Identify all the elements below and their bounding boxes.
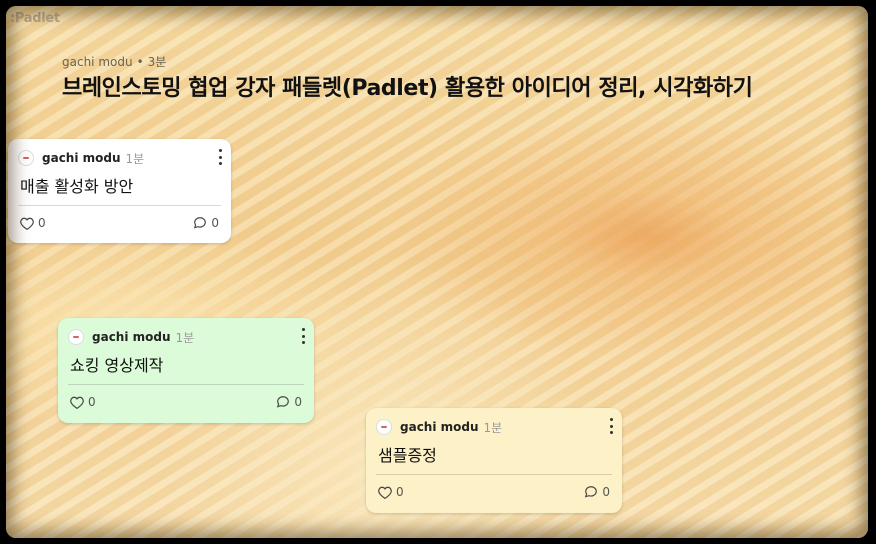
like-button[interactable]: 0 [20, 216, 46, 230]
post-time: 1분 [175, 330, 195, 345]
post-card[interactable]: gachi modu 1분 쇼킹 영상제작 0 0 [58, 318, 314, 423]
post-content: 샘플증정 [378, 446, 437, 465]
like-button[interactable]: 0 [70, 395, 96, 409]
divider [18, 205, 221, 206]
more-options-icon[interactable] [217, 149, 223, 165]
comment-count: 0 [602, 485, 610, 499]
heart-icon [378, 486, 392, 499]
post-author: gachi modu [400, 420, 479, 434]
board-title: 브레인스토밍 협업 강자 패들렛(Padlet) 활용한 아이디어 정리, 시각… [62, 76, 753, 101]
post-card[interactable]: gachi modu 1분 샘플증정 0 0 [366, 408, 622, 513]
avatar[interactable] [68, 329, 84, 345]
board-meta: gachi modu • 3분 [62, 53, 166, 70]
board-author: gachi modu [62, 55, 133, 69]
post-footer: 0 0 [378, 484, 610, 500]
post-footer: 0 0 [70, 394, 302, 410]
padlet-logo[interactable]: :Padlet [10, 11, 60, 26]
like-count: 0 [396, 485, 404, 499]
divider [376, 474, 612, 475]
comment-button[interactable]: 0 [584, 485, 610, 499]
comment-icon [585, 486, 598, 498]
avatar[interactable] [376, 419, 392, 435]
post-card[interactable]: gachi modu 1분 매출 활성화 방안 0 0 [8, 139, 231, 243]
like-count: 0 [88, 395, 96, 409]
post-header: gachi modu 1분 [18, 149, 144, 167]
avatar[interactable] [18, 150, 34, 166]
more-options-icon[interactable] [300, 328, 306, 344]
comment-button[interactable]: 0 [193, 216, 219, 230]
post-time: 1분 [125, 151, 145, 166]
comment-count: 0 [294, 395, 302, 409]
heart-icon [70, 396, 84, 409]
comment-button[interactable]: 0 [276, 395, 302, 409]
board-time: 3분 [147, 55, 167, 69]
comment-icon [194, 217, 207, 229]
padlet-board: :Padlet gachi modu • 3분 브레인스토밍 협업 강자 패들렛(P… [6, 6, 868, 538]
post-header: gachi modu 1분 [68, 328, 194, 346]
like-button[interactable]: 0 [378, 485, 404, 499]
post-time: 1분 [483, 420, 503, 435]
post-content: 쇼킹 영상제작 [70, 356, 164, 375]
post-author: gachi modu [92, 330, 171, 344]
post-footer: 0 0 [20, 215, 219, 231]
meta-separator: • [136, 55, 144, 69]
post-author: gachi modu [42, 151, 121, 165]
like-count: 0 [38, 216, 46, 230]
more-options-icon[interactable] [608, 418, 614, 434]
post-header: gachi modu 1분 [376, 418, 502, 436]
heart-icon [20, 217, 34, 230]
post-content: 매출 활성화 방안 [20, 177, 134, 196]
comment-icon [277, 396, 290, 408]
divider [68, 384, 304, 385]
comment-count: 0 [211, 216, 219, 230]
